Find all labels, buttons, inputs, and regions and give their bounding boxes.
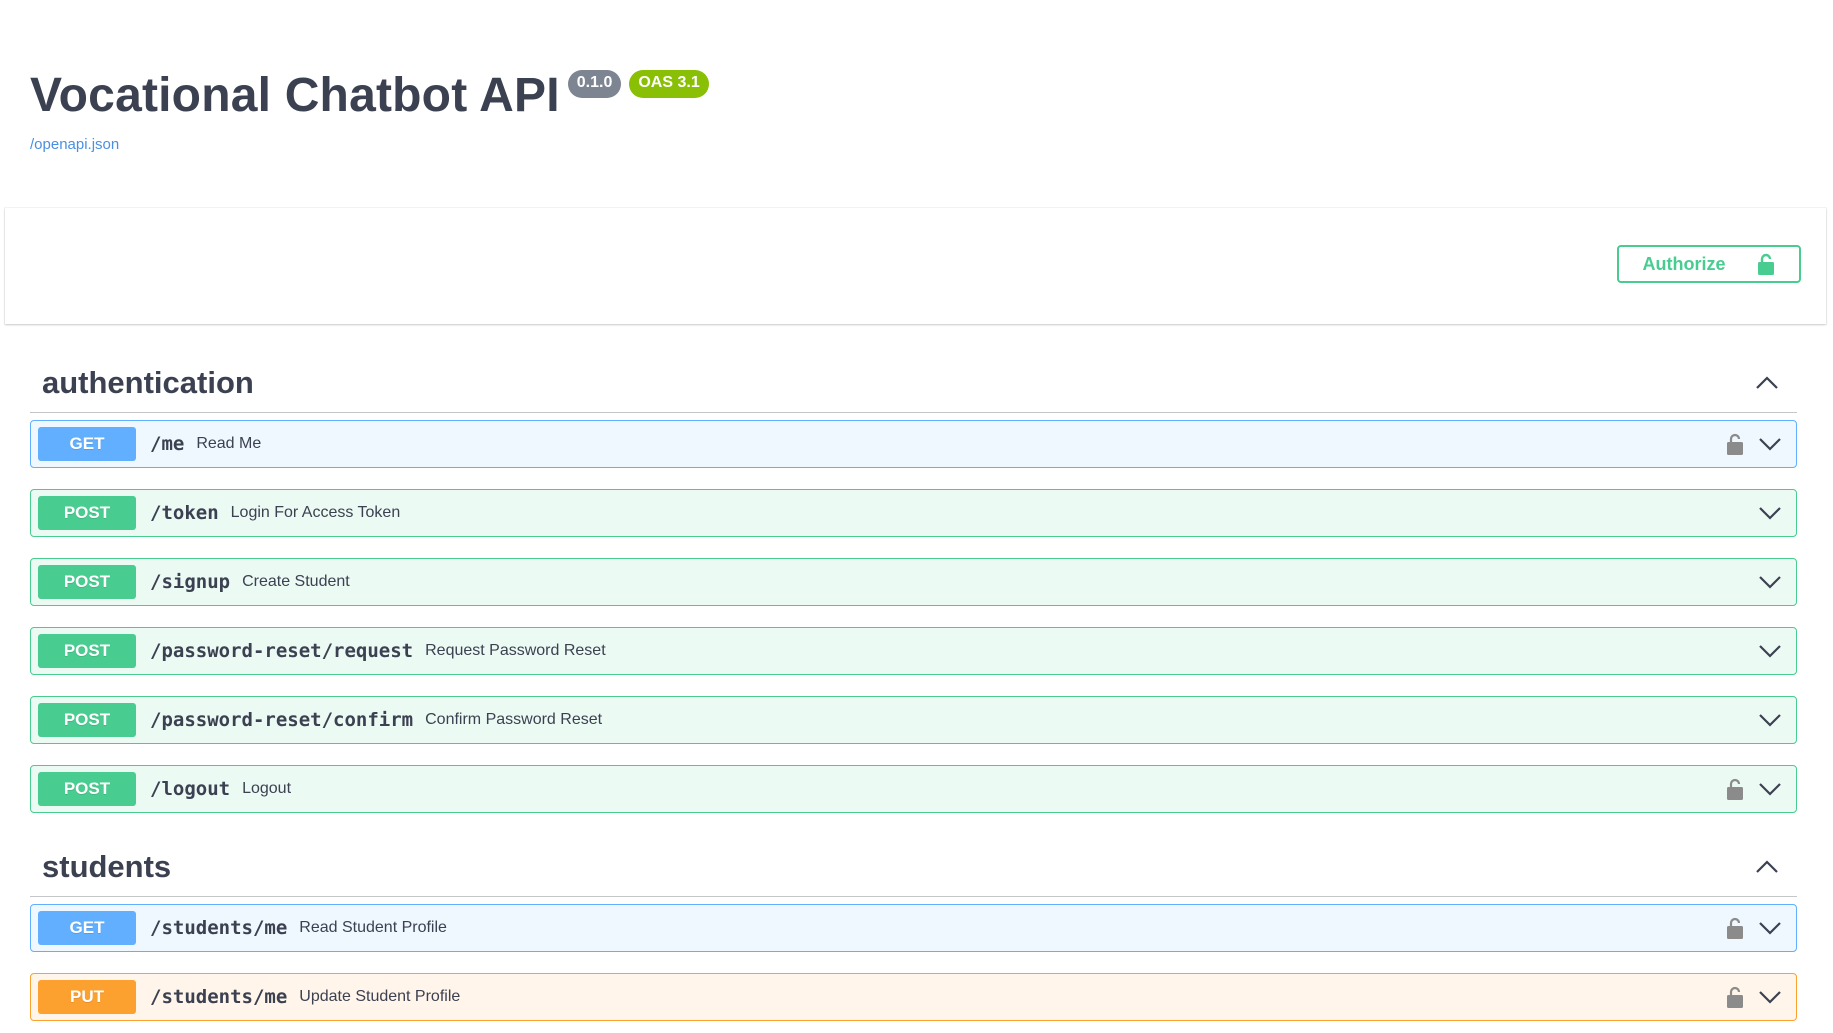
chevron-down-icon[interactable] (1758, 781, 1782, 797)
operation-get-students-me[interactable]: GET /students/me Read Student Profile (30, 904, 1797, 952)
chevron-down-icon[interactable] (1758, 643, 1782, 659)
operation-post-token[interactable]: POST /token Login For Access Token (30, 489, 1797, 537)
openapi-json-link[interactable]: /openapi.json (30, 136, 709, 153)
method-badge: POST (38, 772, 136, 806)
unlocked-lock-icon (1756, 252, 1776, 276)
chevron-up-icon[interactable] (1755, 371, 1779, 395)
method-badge: POST (38, 565, 136, 599)
operation-controls (1758, 559, 1782, 605)
version-badge: 0.1.0 (567, 70, 622, 98)
operation-post-logout[interactable]: POST /logout Logout (30, 765, 1797, 813)
swagger-page: Vocational Chatbot API 0.1.0 OAS 3.1 /op… (0, 0, 1833, 1033)
method-badge: POST (38, 703, 136, 737)
operation-get-me[interactable]: GET /me Read Me (30, 420, 1797, 468)
method-badge: POST (38, 496, 136, 530)
section-authentication: authentication GET /me Read Me POST /tok… (30, 354, 1797, 813)
lock-icon[interactable] (1726, 916, 1744, 940)
operation-summary: Request Password Reset (425, 642, 606, 659)
operation-path: /signup (150, 571, 231, 593)
operation-controls (1726, 905, 1782, 951)
operation-controls (1758, 490, 1782, 536)
authorize-button[interactable]: Authorize (1617, 245, 1801, 283)
operation-post-password-reset-confirm[interactable]: POST /password-reset/confirm Confirm Pas… (30, 696, 1797, 744)
chevron-down-icon[interactable] (1758, 712, 1782, 728)
chevron-down-icon[interactable] (1758, 989, 1782, 1005)
chevron-down-icon[interactable] (1758, 436, 1782, 452)
operation-controls (1726, 974, 1782, 1020)
lock-icon[interactable] (1726, 985, 1744, 1009)
section-header-students[interactable]: students (30, 838, 1797, 897)
method-badge: GET (38, 911, 136, 945)
section-students: students GET /students/me Read Student P… (30, 838, 1797, 1021)
operation-path: /logout (150, 778, 231, 800)
lock-icon[interactable] (1726, 432, 1744, 456)
operation-summary: Create Student (242, 573, 350, 590)
operation-summary: Read Student Profile (299, 919, 447, 936)
chevron-down-icon[interactable] (1758, 574, 1782, 590)
operation-path: /token (150, 502, 219, 524)
operation-summary: Login For Access Token (230, 504, 401, 521)
operation-path: /students/me (150, 986, 288, 1008)
operation-controls (1726, 421, 1782, 467)
operation-controls (1758, 628, 1782, 674)
chevron-down-icon[interactable] (1758, 505, 1782, 521)
api-title: Vocational Chatbot API (30, 69, 560, 122)
title-row: Vocational Chatbot API 0.1.0 OAS 3.1 (30, 64, 709, 128)
api-info: Vocational Chatbot API 0.1.0 OAS 3.1 /op… (30, 64, 709, 153)
chevron-down-icon[interactable] (1758, 920, 1782, 936)
chevron-up-icon[interactable] (1755, 855, 1779, 879)
operation-path: /me (150, 433, 185, 455)
oas-badge: OAS 3.1 (629, 70, 709, 98)
method-badge: POST (38, 634, 136, 668)
operation-post-signup[interactable]: POST /signup Create Student (30, 558, 1797, 606)
operation-summary: Read Me (196, 435, 262, 452)
operation-controls (1758, 697, 1782, 743)
method-badge: PUT (38, 980, 136, 1014)
scheme-container: Authorize (5, 208, 1826, 324)
operation-summary: Update Student Profile (299, 988, 461, 1005)
operation-path: /password-reset/confirm (150, 709, 414, 731)
operation-controls (1726, 766, 1782, 812)
authorize-label: Authorize (1642, 253, 1726, 274)
operation-summary: Logout (242, 780, 292, 797)
operation-path: /password-reset/request (150, 640, 414, 662)
section-title: students (42, 849, 172, 884)
operation-put-students-me[interactable]: PUT /students/me Update Student Profile (30, 973, 1797, 1021)
operation-summary: Confirm Password Reset (425, 711, 603, 728)
method-badge: GET (38, 427, 136, 461)
lock-icon[interactable] (1726, 777, 1744, 801)
section-title: authentication (42, 365, 254, 400)
operation-path: /students/me (150, 917, 288, 939)
section-header-authentication[interactable]: authentication (30, 354, 1797, 413)
operation-post-password-reset-request[interactable]: POST /password-reset/request Request Pas… (30, 627, 1797, 675)
